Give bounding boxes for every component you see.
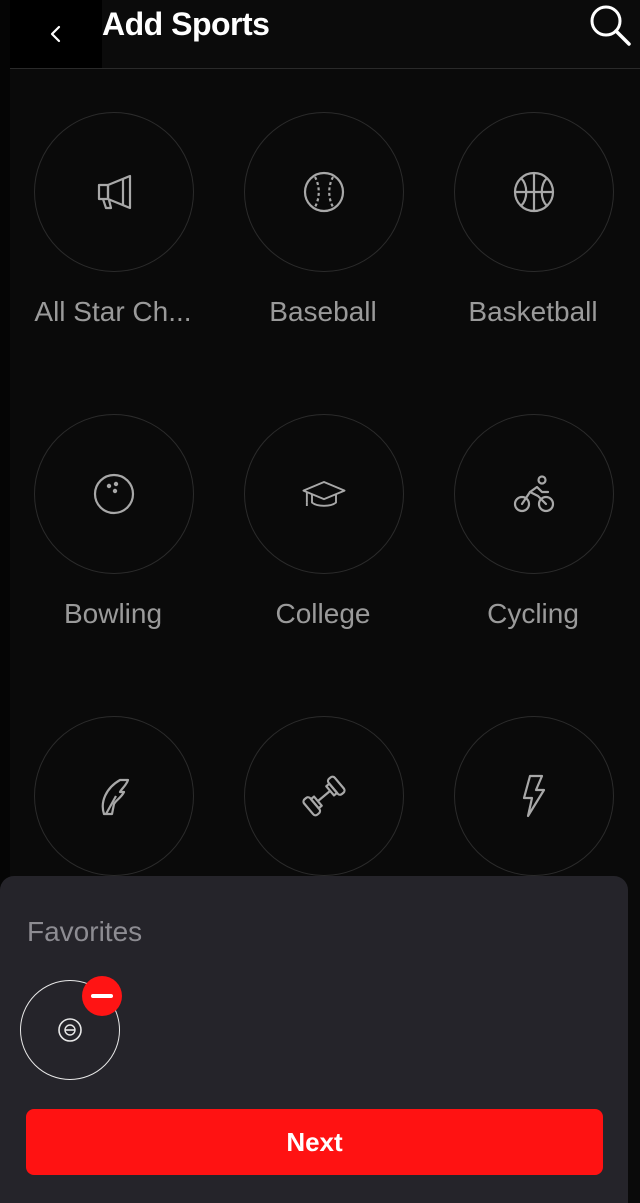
basketball-icon: [513, 171, 555, 213]
sport-label: Basketball: [468, 296, 598, 327]
sport-tile-all-star-cheer[interactable]: All Star Ch...: [10, 110, 194, 370]
sport-icon-circle: [34, 112, 194, 272]
sport-icon-circle: [454, 112, 614, 272]
dumbbell-icon: [302, 775, 346, 817]
sport-icon-circle: [454, 716, 614, 876]
sport-icon-circle: [244, 716, 404, 876]
sport-label: College: [275, 598, 371, 629]
sport-icon-circle: [244, 414, 404, 574]
header: Add Sports: [10, 0, 640, 69]
sport-label: Baseball: [269, 296, 377, 327]
bowling-ball-icon: [93, 473, 135, 515]
sport-icon-circle: [454, 414, 614, 574]
favorites-panel: Favorites Next: [0, 876, 628, 1203]
sport-label: Bowling: [63, 598, 163, 629]
search-icon: [590, 5, 631, 46]
remove-favorite-button[interactable]: [82, 976, 122, 1016]
graduation-cap-icon: [302, 481, 346, 507]
favorites-title: Favorites: [27, 916, 143, 947]
baseball-icon: [303, 171, 345, 213]
sport-label: Cycling: [487, 598, 579, 629]
sport-tile-baseball[interactable]: Baseball: [220, 110, 404, 370]
page-title: Add Sports: [102, 6, 270, 42]
back-button[interactable]: [10, 0, 102, 68]
megaphone-icon: [97, 174, 132, 210]
sport-tile-cycling[interactable]: Cycling: [430, 412, 614, 672]
chevron-left-icon: [50, 25, 61, 43]
cyclist-icon: [513, 475, 555, 513]
sport-icon-circle: [34, 414, 194, 574]
sport-icon-circle: [244, 112, 404, 272]
app-frame: Add Sports All Star Ch... Baseball Baske…: [0, 0, 640, 1203]
sport-label: All Star Ch...: [34, 296, 192, 327]
lightning-bolt-icon: [522, 774, 546, 818]
sport-tile-bowling[interactable]: Bowling: [10, 412, 194, 672]
next-button[interactable]: Next: [26, 1109, 603, 1175]
sport-tile-basketball[interactable]: Basketball: [430, 110, 614, 370]
sport-tile-college[interactable]: College: [220, 412, 404, 672]
minus-icon: [91, 994, 113, 998]
search-button[interactable]: [580, 0, 640, 50]
sport-icon-circle: [34, 716, 194, 876]
feather-helmet-icon: [101, 778, 130, 816]
bowling-ball-icon: [58, 1018, 82, 1042]
